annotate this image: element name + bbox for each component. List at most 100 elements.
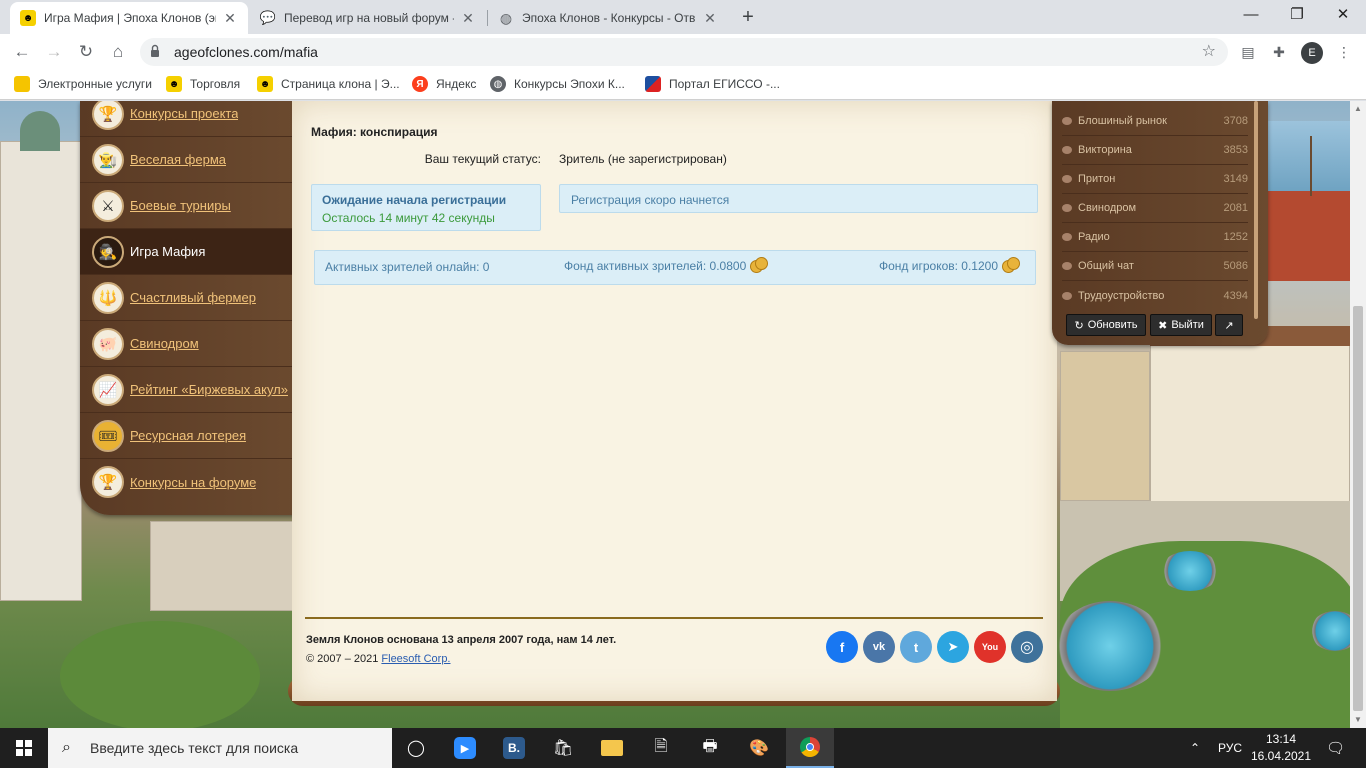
logout-button[interactable]: ✖ Выйти [1150, 314, 1212, 336]
menu-kebab-icon[interactable]: ⋮ [1334, 42, 1354, 62]
back-icon[interactable]: ← [10, 40, 34, 64]
room-radio[interactable]: Радио 1252 [1062, 223, 1248, 252]
menu-item-label: Свинодром [130, 336, 199, 351]
store-icon[interactable]: 🛍 [539, 728, 587, 768]
tab-title: Эпоха Клонов - Конкурсы - Отв [522, 11, 696, 25]
menu-item-battle-tournaments[interactable]: ⚔ Боевые турниры [80, 183, 294, 229]
external-link-button[interactable]: ↗ [1215, 314, 1243, 336]
scroll-thumb[interactable] [1353, 306, 1363, 711]
left-park [60, 621, 260, 728]
zoom-app-icon[interactable]: ▶ [441, 728, 489, 768]
bookmark-star-icon[interactable]: ☆ [1202, 41, 1216, 61]
room-count: 5086 [1223, 260, 1248, 272]
printer-app-icon[interactable]: 🖶 [686, 728, 734, 768]
menu-item-project-contests[interactable]: 🏆 Конкурсы проекта [80, 101, 294, 137]
facebook-icon[interactable]: f [826, 631, 858, 663]
instagram-icon[interactable]: ◎ [1011, 631, 1043, 663]
chat-bubble-icon [1062, 291, 1072, 300]
chrome-app-icon[interactable] [786, 728, 834, 768]
maximize-button[interactable]: ❐ [1274, 0, 1320, 32]
room-flea-market[interactable]: Блошиный рынок 3708 [1062, 107, 1248, 136]
room-count: 2081 [1223, 202, 1248, 214]
room-general-chat[interactable]: Общий чат 5086 [1062, 252, 1248, 281]
youtube-icon[interactable]: You [974, 631, 1006, 663]
file-explorer-icon[interactable] [588, 728, 636, 768]
twitter-icon[interactable]: t [900, 631, 932, 663]
start-button[interactable] [0, 728, 48, 768]
portal-icon [645, 76, 661, 92]
taskbar-search[interactable]: ⌕ Введите здесь текст для поиска [48, 728, 392, 768]
scroll-down-icon[interactable]: ▼ [1354, 715, 1362, 724]
system-clock[interactable]: 13:14 16.04.2021 [1250, 731, 1312, 765]
extensions-icon[interactable]: ✚ [1269, 42, 1289, 62]
bookmark-contests[interactable]: ◍ Конкурсы Эпохи К... [490, 76, 625, 92]
menu-item-pig-race[interactable]: 🐖 Свинодром [80, 321, 294, 367]
chat-bubble-icon [1062, 117, 1072, 125]
menu-item-mafia[interactable]: 🕵 Игра Мафия [80, 229, 294, 275]
rooms-scrollbar[interactable] [1254, 101, 1258, 319]
bookmark-label: Конкурсы Эпохи К... [514, 77, 625, 91]
tower-building [1060, 351, 1150, 501]
room-employment[interactable]: Трудоустройство 4394 [1062, 281, 1248, 310]
close-tab-icon[interactable]: ✕ [460, 10, 476, 27]
left-building [150, 521, 300, 611]
room-pig-race[interactable]: Свинодром 2081 [1062, 194, 1248, 223]
menu-item-shark-rating[interactable]: 📈 Рейтинг «Биржевых акул» [80, 367, 294, 413]
tab-title: Игра Мафия | Эпоха Клонов (эк [44, 11, 216, 25]
room-quiz[interactable]: Викторина 3853 [1062, 136, 1248, 165]
bookmark-trade[interactable]: ☻ Торговля [166, 76, 240, 92]
globe-icon: ◍ [499, 9, 513, 26]
fighter-icon: ⚔ [92, 189, 124, 222]
room-count: 3149 [1223, 173, 1248, 185]
tab-contests[interactable]: ◍ Эпоха Клонов - Конкурсы - Отв ✕ [488, 2, 728, 34]
forward-icon[interactable]: → [42, 40, 66, 64]
clock-date: 16.04.2021 [1250, 749, 1312, 763]
vk-app-icon[interactable]: B. [490, 728, 538, 768]
language-indicator[interactable]: РУС [1218, 728, 1242, 768]
reading-list-icon[interactable]: ▤ [1238, 42, 1258, 62]
bookmark-yandex[interactable]: Я Яндекс [412, 76, 476, 92]
home-icon[interactable]: ⌂ [106, 40, 130, 64]
bookmark-clone-page[interactable]: ☻ Страница клона | Э... [257, 76, 400, 92]
paint-app-icon[interactable]: 🎨 [735, 728, 783, 768]
company-link[interactable]: Fleesoft Corp. [381, 653, 450, 665]
close-tab-icon[interactable]: ✕ [222, 10, 238, 27]
menu-item-happy-farmer[interactable]: 🔱 Счастливый фермер [80, 275, 294, 321]
status-value: Зритель (не зарегистрирован) [559, 152, 727, 166]
vk-icon[interactable]: vk [863, 631, 895, 663]
room-name: Общий чат [1078, 260, 1134, 272]
footer-founded: Земля Клонов основана 13 апреля 2007 год… [306, 634, 617, 646]
chat-bubble-icon [1062, 233, 1072, 241]
notifications-icon[interactable]: 🗨 [1326, 728, 1345, 768]
menu-item-funny-farm[interactable]: 👨‍🌾 Веселая ферма [80, 137, 294, 183]
profile-avatar[interactable]: E [1301, 42, 1323, 64]
bookmark-egisso[interactable]: Портал ЕГИССО -... [645, 76, 780, 92]
bookmark-label: Портал ЕГИССО -... [669, 77, 780, 91]
tab-mafia[interactable]: ☻ Игра Мафия | Эпоха Клонов (эк ✕ [10, 2, 248, 34]
external-link-icon: ↗ [1224, 319, 1234, 332]
new-tab-button[interactable]: + [735, 5, 761, 31]
close-window-button[interactable]: ✕ [1320, 0, 1366, 32]
refresh-button[interactable]: ↻ Обновить [1066, 314, 1146, 336]
bookmark-label: Электронные услуги [38, 77, 152, 91]
task-view-icon[interactable]: ◯ [392, 728, 440, 768]
tray-chevron-icon[interactable]: ⌃ [1190, 728, 1200, 768]
page-scrollbar[interactable]: ▲ ▼ [1350, 101, 1366, 728]
close-tab-icon[interactable]: ✕ [702, 10, 718, 27]
windows-taskbar: ⌕ Введите здесь текст для поиска ◯ ▶ B. … [0, 728, 1366, 768]
scroll-up-icon[interactable]: ▲ [1354, 104, 1362, 113]
address-bar[interactable]: ageofclones.com/mafia ☆ [140, 38, 1228, 66]
telegram-icon[interactable]: ➤ [937, 631, 969, 663]
close-icon: ✖ [1158, 319, 1168, 332]
room-den[interactable]: Притон 3149 [1062, 165, 1248, 194]
bookmark-e-services[interactable]: Электронные услуги [14, 76, 152, 92]
document-icon[interactable]: 🗎 [637, 728, 685, 768]
menu-item-forum-contests[interactable]: 🏆 Конкурсы на форуме [80, 459, 294, 505]
tab-forum[interactable]: 💬 Перевод игр на новый форум - ✕ [250, 2, 486, 34]
menu-item-resource-lottery[interactable]: 🎟 Ресурсная лотерея [80, 413, 294, 459]
bookmarks-bar: Электронные услуги ☻ Торговля ☻ Страница… [0, 70, 1366, 100]
reload-icon[interactable]: ↻ [74, 40, 98, 64]
minimize-button[interactable]: — [1228, 0, 1274, 32]
bookmark-label: Страница клона | Э... [281, 77, 400, 91]
wait-title: Ожидание начала регистрации [322, 193, 507, 207]
